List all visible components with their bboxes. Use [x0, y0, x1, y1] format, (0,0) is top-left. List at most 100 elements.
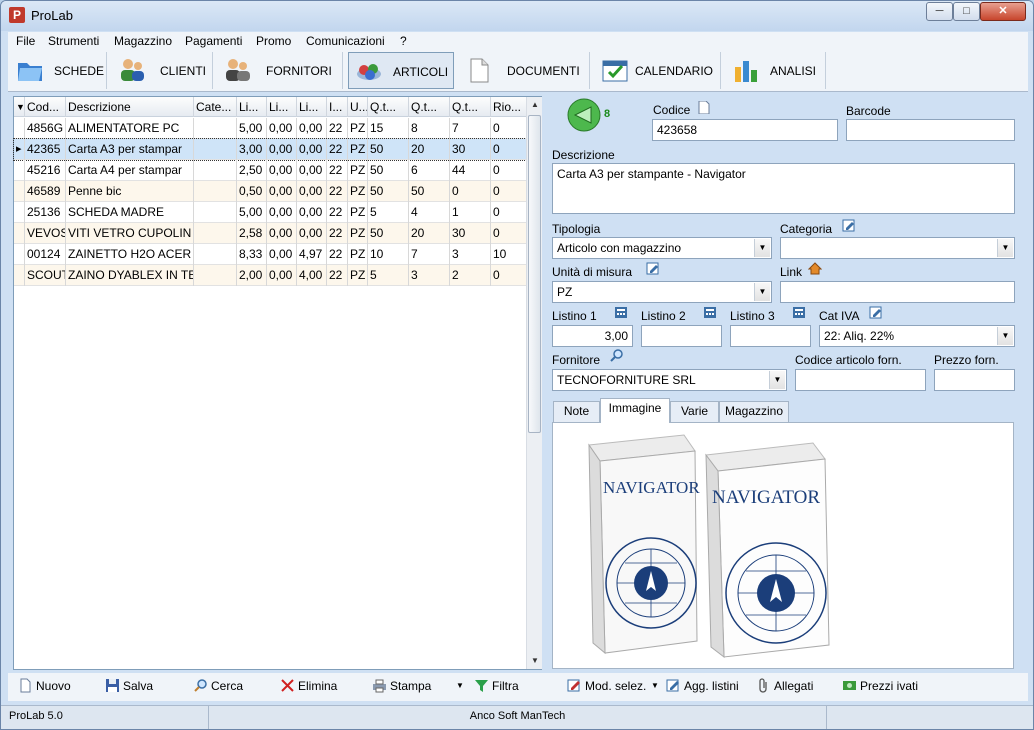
chevron-down-icon[interactable]: ▼ — [769, 371, 785, 389]
mod-selez-dropdown-icon[interactable]: ▼ — [651, 681, 659, 690]
header-col-listino2[interactable]: Li... — [267, 97, 297, 117]
filter-button[interactable]: Filtra — [474, 678, 519, 693]
header-col-categoria[interactable]: Cate... — [194, 97, 237, 117]
listino1-field[interactable]: 3,00 — [552, 325, 633, 347]
tab-fornitori[interactable]: FORNITORI — [218, 52, 343, 89]
header-col-listino3[interactable]: Li... — [297, 97, 327, 117]
calculator-icon[interactable] — [792, 306, 806, 319]
listino2-field[interactable] — [641, 325, 722, 347]
tab-note[interactable]: Note — [553, 401, 600, 422]
cell-col-unita: PZ — [348, 244, 368, 265]
calculator-icon[interactable] — [703, 306, 717, 319]
table-row[interactable]: 25136 SCHEDA MADRE 5,00 0,00 0,00 22 PZ 5 4 1 0 — [14, 202, 528, 223]
header-col-codice[interactable]: Cod... — [25, 97, 66, 117]
tab-varie[interactable]: Varie — [670, 401, 719, 422]
tab-clienti[interactable]: CLIENTI — [112, 52, 213, 89]
scroll-up-icon[interactable]: ▲ — [527, 97, 543, 113]
chevron-down-icon[interactable]: ▼ — [997, 327, 1013, 345]
edit-icon[interactable] — [869, 306, 883, 319]
product-image-panel: NAVIGATOR NAVIGATOR — [552, 422, 1014, 669]
header-col-listino1[interactable]: Li... — [237, 97, 267, 117]
menu-magazzino[interactable]: Magazzino — [114, 34, 172, 48]
scroll-down-icon[interactable]: ▼ — [527, 653, 543, 669]
codforn-label: Codice articolo forn. — [795, 353, 902, 367]
barcode-field[interactable] — [846, 119, 1015, 141]
new-button[interactable]: Nuovo — [18, 678, 71, 693]
chevron-down-icon[interactable]: ▼ — [754, 283, 770, 301]
items-grid[interactable]: ▼ Cod... Descrizione Cate... Li... Li... Li...… — [13, 96, 542, 670]
tab-schede[interactable]: SCHEDE — [10, 52, 107, 89]
menu-pagamenti[interactable]: Pagamenti — [185, 34, 242, 48]
tipologia-label: Tipologia — [552, 222, 601, 236]
header-col-qta1[interactable]: Q.t... — [368, 97, 409, 117]
menu-promo[interactable]: Promo — [256, 34, 291, 48]
cell-col-listino3: 0,00 — [297, 181, 327, 202]
tab-analisi[interactable]: ANALISI — [726, 52, 826, 89]
menu-comunicazioni[interactable]: Comunicazioni — [306, 34, 385, 48]
listino3-field[interactable] — [730, 325, 811, 347]
menu-help[interactable]: ? — [400, 34, 407, 48]
document-icon[interactable] — [697, 101, 711, 114]
edit-icon[interactable] — [646, 262, 660, 275]
table-row[interactable]: SCOUT ZAINO DYABLEX IN TE 2,00 0,00 4,00 22 PZ… — [14, 265, 528, 286]
menu-strumenti[interactable]: Strumenti — [48, 34, 99, 48]
tipologia-select[interactable]: Articolo con magazzino ▼ — [552, 237, 772, 259]
cativa-select[interactable]: 22: Aliq. 22% ▼ — [819, 325, 1015, 347]
header-col-iva[interactable]: I... — [327, 97, 348, 117]
descrizione-field[interactable]: Carta A3 per stampante - Navigator — [552, 163, 1015, 214]
minimize-button[interactable]: ─ — [926, 2, 953, 21]
sort-indicator-icon[interactable]: ▼ — [14, 97, 25, 117]
calculator-icon[interactable] — [614, 306, 628, 319]
prezzoforn-field[interactable] — [934, 369, 1015, 391]
search-button[interactable]: Cerca — [193, 678, 243, 693]
codice-field[interactable]: 423658 — [652, 119, 838, 141]
prezzi-ivati-button[interactable]: Prezzi ivati — [842, 678, 918, 693]
chevron-down-icon[interactable]: ▼ — [754, 239, 770, 257]
fornitore-select[interactable]: TECNOFORNITURE SRL ▼ — [552, 369, 787, 391]
header-col-qta2[interactable]: Q.t... — [409, 97, 450, 117]
tab-magazzino[interactable]: Magazzino — [719, 401, 789, 422]
agg-listini-button[interactable]: Agg. listini — [666, 678, 739, 693]
save-button[interactable]: Salva — [105, 678, 153, 693]
back-arrow-icon[interactable] — [567, 98, 601, 132]
allegati-button[interactable]: Allegati — [756, 678, 813, 693]
grid-header: ▼ Cod... Descrizione Cate... Li... Li... Li...… — [14, 97, 528, 117]
print-button[interactable]: Stampa — [372, 678, 431, 693]
home-icon[interactable] — [808, 262, 822, 275]
close-button[interactable]: ✕ — [980, 2, 1026, 21]
table-row[interactable]: 00124 ZAINETTO H2O ACER 8,33 0,00 4,97 22 PZ 10… — [14, 244, 528, 265]
mod-selez-button[interactable]: Mod. selez. — [567, 678, 646, 693]
table-row[interactable]: 4856G ALIMENTATORE PC 5,00 0,00 0,00 22 PZ 15 8 7… — [14, 118, 528, 139]
cell-col-listino1: 0,50 — [237, 181, 267, 202]
product-image: NAVIGATOR NAVIGATOR — [588, 434, 830, 659]
header-col-descrizione[interactable]: Descrizione — [66, 97, 194, 117]
chevron-down-icon[interactable]: ▼ — [997, 239, 1013, 257]
tab-documenti[interactable]: DOCUMENTI — [459, 52, 590, 89]
header-col-riordino[interactable]: Rio... — [491, 97, 528, 117]
link-field[interactable] — [780, 281, 1015, 303]
tab-immagine[interactable]: Immagine — [600, 398, 670, 423]
edit-icon[interactable] — [842, 219, 856, 232]
unita-select[interactable]: PZ ▼ — [552, 281, 772, 303]
delete-button[interactable]: Elimina — [280, 678, 337, 693]
table-row[interactable]: VEVOS VITI VETRO CUPOLIN 2,58 0,00 0,00 22 PZ 5… — [14, 223, 528, 244]
printer-icon — [373, 679, 386, 693]
menu-file[interactable]: File — [16, 34, 35, 48]
maximize-button[interactable]: □ — [953, 2, 980, 21]
tab-calendario[interactable]: CALENDARIO — [595, 52, 721, 89]
search-icon[interactable] — [610, 349, 624, 362]
categoria-select[interactable]: ▼ — [780, 237, 1015, 259]
header-col-unita[interactable]: U... — [348, 97, 368, 117]
categoria-label: Categoria — [780, 222, 833, 236]
table-row[interactable]: 45216 Carta A4 per stampar 2,50 0,00 0,00 22 P… — [14, 160, 528, 181]
table-row[interactable]: 46589 Penne bic 0,50 0,00 0,00 22 PZ 50 50 0 0 — [14, 181, 528, 202]
cell-col-categoria — [194, 139, 237, 160]
tab-articoli[interactable]: ARTICOLI — [348, 52, 454, 89]
scroll-thumb[interactable] — [528, 115, 541, 433]
header-col-qta3[interactable]: Q.t... — [450, 97, 491, 117]
brand-text-right: NAVIGATOR — [712, 487, 820, 508]
print-dropdown-icon[interactable]: ▼ — [456, 681, 464, 690]
grid-scrollbar[interactable]: ▲ ▼ — [526, 97, 542, 669]
table-row[interactable]: ▸ 42365 Carta A3 per stampar 3,00 0,00 0,00 22… — [13, 138, 528, 161]
codforn-field[interactable] — [795, 369, 926, 391]
